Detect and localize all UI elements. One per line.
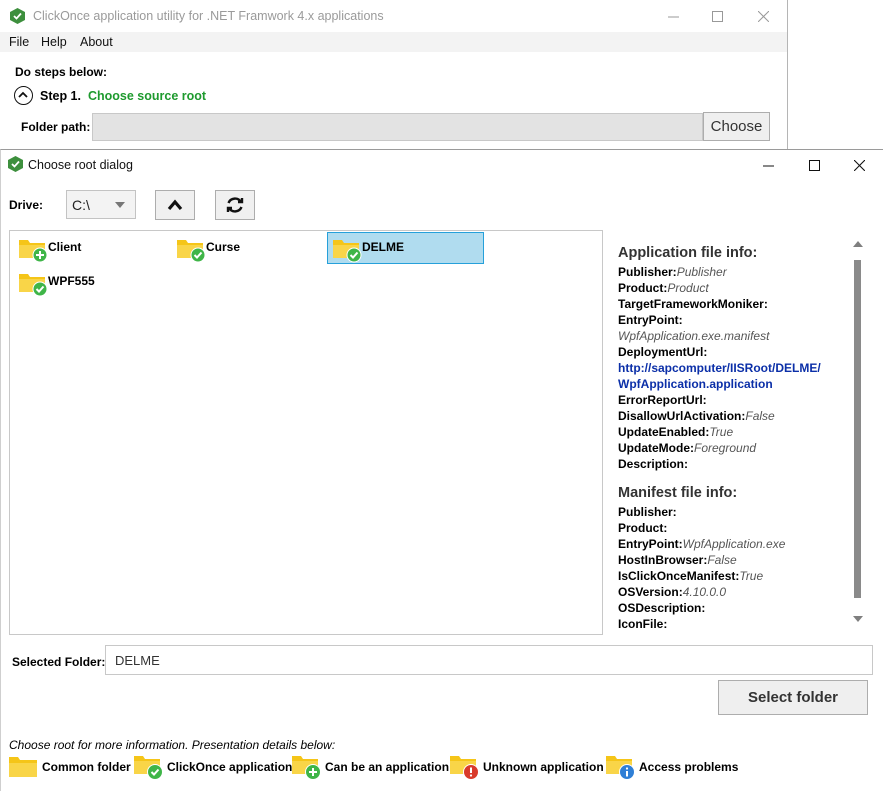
app-update-mode-row: UpdateMode:Foreground <box>618 441 757 455</box>
selected-folder-label: Selected Folder: <box>12 655 106 669</box>
info-panel: Application file info: Publisher:Publish… <box>618 245 850 632</box>
menu-file[interactable]: File <box>9 35 29 49</box>
folder-check-icon <box>19 274 48 297</box>
maximize-icon <box>808 159 820 171</box>
scroll-up-arrow-icon[interactable] <box>853 241 863 247</box>
folder-item-delme[interactable]: DELME <box>327 232 484 264</box>
dialog-close-button[interactable] <box>836 150 882 180</box>
man-osdesc-row: OSDescription: <box>618 601 706 615</box>
folder-check-icon <box>177 240 206 263</box>
menu-help[interactable]: Help <box>41 35 67 49</box>
maximize-button[interactable] <box>694 0 740 32</box>
deployment-url-link[interactable]: http://sapcomputer/IISRoot/DELME/WpfAppl… <box>618 360 850 392</box>
chevron-up-icon <box>18 91 28 98</box>
app-deploy-row: DeploymentUrl: <box>618 345 708 359</box>
choose-button[interactable]: Choose <box>703 112 770 141</box>
info-scrollbar-thumb[interactable] <box>854 260 861 598</box>
man-osversion-row: OSVersion:4.10.0.0 <box>618 585 727 599</box>
maximize-icon <box>711 10 723 22</box>
app-publisher-row: Publisher:Publisher <box>618 265 727 279</box>
folder-check-icon <box>333 240 362 263</box>
folder-plus-icon <box>19 240 48 263</box>
man-iconfile-row: IconFile: <box>618 617 668 631</box>
arrow-up-icon <box>167 199 183 211</box>
folder-list: Client Curse DELME WPF555 <box>9 230 603 635</box>
chevron-down-icon <box>115 202 125 208</box>
folder-item-client[interactable]: Client <box>14 233 164 265</box>
minimize-icon <box>762 165 774 166</box>
menu-about[interactable]: About <box>80 35 113 49</box>
parent-folder-button[interactable] <box>155 190 195 220</box>
app-description-row: Description: <box>618 457 689 471</box>
app-entry-value: WpfApplication.exe.manifest <box>618 329 770 343</box>
drive-select[interactable]: C:\ <box>66 190 136 219</box>
dialog-shield-icon <box>8 156 23 172</box>
man-publisher-row: Publisher: <box>618 505 677 519</box>
step-title: Choose source root <box>88 89 207 103</box>
close-button[interactable] <box>740 0 786 32</box>
manifest-info-heading: Manifest file info: <box>618 485 738 501</box>
legend-note: Choose root for more information. Presen… <box>9 738 336 752</box>
man-product-row: Product: <box>618 521 668 535</box>
folder-icon <box>9 757 37 777</box>
folder-name: Client <box>48 240 82 254</box>
step-number: Step 1. <box>40 89 81 103</box>
dialog-maximize-button[interactable] <box>791 150 837 180</box>
minimize-icon <box>667 16 679 17</box>
dialog-title: Choose root dialog <box>28 158 133 172</box>
folder-plus-icon <box>292 756 321 780</box>
step-collapse-button[interactable] <box>14 86 33 105</box>
man-clickonce-row: IsClickOnceManifest:True <box>618 569 764 583</box>
folder-name: DELME <box>362 240 404 254</box>
app-entry-row: EntryPoint: <box>618 313 683 327</box>
man-host-row: HostInBrowser:False <box>618 553 737 567</box>
man-entry-row: EntryPoint:WpfApplication.exe <box>618 537 786 551</box>
main-window-title: ClickOnce application utility for .NET F… <box>33 9 384 23</box>
refresh-button[interactable] <box>215 190 255 220</box>
menu-bar: File Help About <box>0 32 787 52</box>
folder-name: Curse <box>206 240 241 254</box>
folder-error-icon <box>450 756 479 780</box>
app-target-row: TargetFrameworkMoniker: <box>618 297 768 311</box>
main-window: ClickOnce application utility for .NET F… <box>0 0 788 150</box>
selected-folder-input[interactable]: DELME <box>105 645 873 675</box>
drive-label: Drive: <box>9 198 44 212</box>
app-error-row: ErrorReportUrl: <box>618 393 707 407</box>
select-folder-button[interactable]: Select folder <box>718 680 868 715</box>
folder-info-icon <box>606 756 635 780</box>
minimize-button[interactable] <box>650 0 696 32</box>
app-update-enabled-row: UpdateEnabled:True <box>618 425 734 439</box>
app-info-heading: Application file info: <box>618 245 758 261</box>
close-icon <box>853 159 865 171</box>
app-disallow-row: DisallowUrlActivation:False <box>618 409 775 423</box>
refresh-icon <box>226 197 244 213</box>
drive-value: C:\ <box>72 197 90 213</box>
app-product-row: Product:Product <box>618 281 709 295</box>
folder-name: WPF555 <box>48 274 95 288</box>
folder-path-input[interactable] <box>92 113 703 141</box>
dialog-minimize-button[interactable] <box>745 150 791 180</box>
folder-check-icon <box>134 756 163 780</box>
folder-item-curse[interactable]: Curse <box>172 233 322 265</box>
app-shield-icon <box>10 8 25 24</box>
main-titlebar[interactable]: ClickOnce application utility for .NET F… <box>0 0 787 32</box>
folder-path-label: Folder path: <box>21 120 91 134</box>
folder-item-wpf555[interactable]: WPF555 <box>14 267 164 299</box>
scroll-down-arrow-icon[interactable] <box>853 616 863 622</box>
steps-label: Do steps below: <box>15 65 108 79</box>
close-icon <box>757 10 769 22</box>
choose-root-dialog: Choose root dialog Drive: C:\ Client Cur… <box>0 149 883 791</box>
